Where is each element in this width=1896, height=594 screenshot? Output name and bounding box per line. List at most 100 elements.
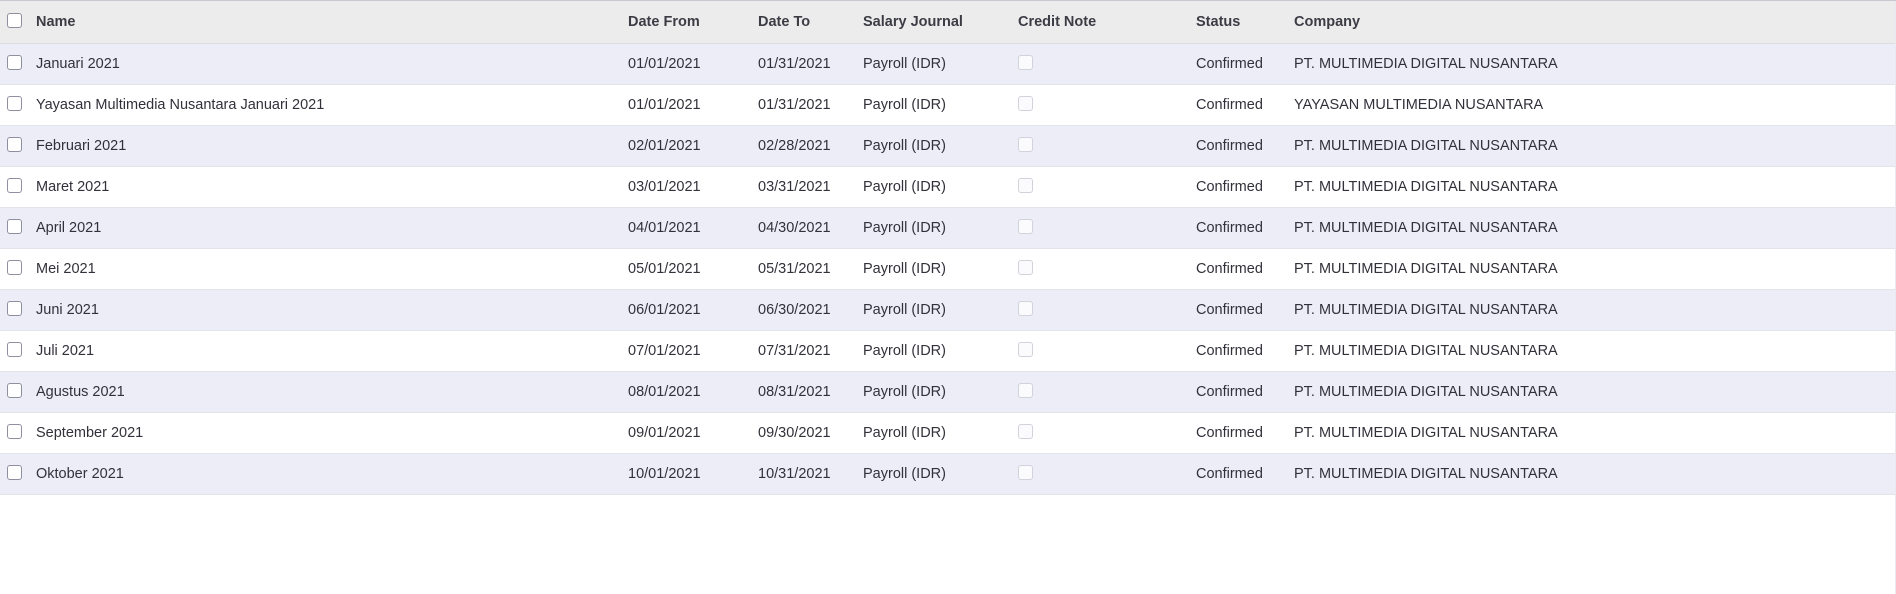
row-select-checkbox[interactable] (7, 424, 22, 440)
row-select-checkbox[interactable] (7, 178, 22, 194)
cell-name: September 2021 (30, 412, 620, 454)
cell-name: Yayasan Multimedia Nusantara Januari 202… (30, 84, 620, 126)
cell-company: PT. MULTIMEDIA DIGITAL NUSANTARA (1286, 125, 1896, 167)
cell-date-from: 01/01/2021 (620, 84, 750, 126)
table-row[interactable]: Oktober 2021 10/01/2021 10/31/2021 Payroll … (0, 453, 1896, 495)
cell-date-to: 01/31/2021 (750, 84, 855, 126)
cell-credit-note (1010, 43, 1188, 85)
cell-name: Februari 2021 (30, 125, 620, 167)
column-header-status[interactable]: Status (1188, 1, 1286, 44)
row-select-checkbox[interactable] (7, 465, 22, 481)
row-select-checkbox[interactable] (7, 55, 22, 71)
row-select-checkbox[interactable] (7, 301, 22, 317)
table-row[interactable]: Juli 2021 07/01/2021 07/31/2021 Payroll (ID… (0, 330, 1896, 372)
cell-date-to: 10/31/2021 (750, 453, 855, 495)
cell-date-from: 05/01/2021 (620, 248, 750, 290)
row-select-checkbox[interactable] (7, 383, 22, 399)
cell-company: PT. MULTIMEDIA DIGITAL NUSANTARA (1286, 248, 1896, 290)
credit-note-checkbox-wrap (1018, 178, 1033, 194)
row-select-checkbox-wrap (7, 342, 22, 358)
cell-salary-journal: Payroll (IDR) (855, 453, 1010, 495)
cell-name: Januari 2021 (30, 43, 620, 85)
credit-note-checkbox (1018, 424, 1033, 440)
cell-credit-note (1010, 371, 1188, 413)
cell-salary-journal: Payroll (IDR) (855, 330, 1010, 372)
cell-status: Confirmed (1188, 248, 1286, 290)
cell-company: PT. MULTIMEDIA DIGITAL NUSANTARA (1286, 43, 1896, 85)
credit-note-checkbox-wrap (1018, 301, 1033, 317)
row-select-cell (0, 125, 30, 167)
column-header-date-to[interactable]: Date To (750, 1, 855, 44)
cell-credit-note (1010, 412, 1188, 454)
cell-date-to: 04/30/2021 (750, 207, 855, 249)
cell-status: Confirmed (1188, 84, 1286, 126)
cell-credit-note (1010, 166, 1188, 208)
cell-company: PT. MULTIMEDIA DIGITAL NUSANTARA (1286, 289, 1896, 331)
payslip-batch-table: Name Date From Date To Salary Journal Cr… (0, 1, 1896, 495)
cell-salary-journal: Payroll (IDR) (855, 43, 1010, 85)
select-all-checkbox[interactable] (7, 13, 22, 29)
row-select-cell (0, 207, 30, 249)
row-select-checkbox[interactable] (7, 260, 22, 276)
table-body: Januari 2021 01/01/2021 01/31/2021 Payroll … (0, 43, 1896, 495)
cell-name: Juni 2021 (30, 289, 620, 331)
cell-credit-note (1010, 330, 1188, 372)
credit-note-checkbox (1018, 260, 1033, 276)
row-select-checkbox[interactable] (7, 137, 22, 153)
row-select-checkbox-wrap (7, 219, 22, 235)
cell-date-to: 01/31/2021 (750, 43, 855, 85)
row-select-checkbox[interactable] (7, 96, 22, 112)
credit-note-checkbox-wrap (1018, 465, 1033, 481)
cell-company: PT. MULTIMEDIA DIGITAL NUSANTARA (1286, 412, 1896, 454)
cell-date-from: 07/01/2021 (620, 330, 750, 372)
row-select-checkbox-wrap (7, 383, 22, 399)
credit-note-checkbox-wrap (1018, 96, 1033, 112)
cell-status: Confirmed (1188, 207, 1286, 249)
credit-note-checkbox (1018, 383, 1033, 399)
table-row[interactable]: April 2021 04/01/2021 04/30/2021 Payroll (I… (0, 207, 1896, 249)
cell-date-from: 01/01/2021 (620, 43, 750, 85)
column-header-name[interactable]: Name (30, 1, 620, 44)
table-row[interactable]: Mei 2021 05/01/2021 05/31/2021 Payroll (IDR… (0, 248, 1896, 290)
table-row[interactable]: Januari 2021 01/01/2021 01/31/2021 Payroll … (0, 43, 1896, 85)
cell-salary-journal: Payroll (IDR) (855, 371, 1010, 413)
credit-note-checkbox-wrap (1018, 260, 1033, 276)
select-all-checkbox-wrap (7, 13, 22, 29)
cell-status: Confirmed (1188, 289, 1286, 331)
table-row[interactable]: Maret 2021 03/01/2021 03/31/2021 Payroll (I… (0, 166, 1896, 208)
cell-status: Confirmed (1188, 453, 1286, 495)
column-header-credit-note[interactable]: Credit Note (1010, 1, 1188, 44)
credit-note-checkbox (1018, 342, 1033, 358)
row-select-checkbox[interactable] (7, 219, 22, 235)
cell-salary-journal: Payroll (IDR) (855, 125, 1010, 167)
row-select-cell (0, 248, 30, 290)
cell-date-to: 08/31/2021 (750, 371, 855, 413)
cell-credit-note (1010, 248, 1188, 290)
credit-note-checkbox-wrap (1018, 137, 1033, 153)
cell-status: Confirmed (1188, 412, 1286, 454)
row-select-cell (0, 43, 30, 85)
column-header-date-from[interactable]: Date From (620, 1, 750, 44)
credit-note-checkbox-wrap (1018, 55, 1033, 71)
cell-credit-note (1010, 453, 1188, 495)
cell-status: Confirmed (1188, 371, 1286, 413)
cell-date-to: 06/30/2021 (750, 289, 855, 331)
cell-date-from: 08/01/2021 (620, 371, 750, 413)
cell-credit-note (1010, 289, 1188, 331)
cell-company: PT. MULTIMEDIA DIGITAL NUSANTARA (1286, 207, 1896, 249)
row-select-cell (0, 330, 30, 372)
table-row[interactable]: Agustus 2021 08/01/2021 08/31/2021 Payroll … (0, 371, 1896, 413)
table-row[interactable]: September 2021 09/01/2021 09/30/2021 Payrol… (0, 412, 1896, 454)
cell-salary-journal: Payroll (IDR) (855, 412, 1010, 454)
table-row[interactable]: Yayasan Multimedia Nusantara Januari 202… (0, 84, 1896, 126)
table-row[interactable]: Februari 2021 02/01/2021 02/28/2021 Payroll… (0, 125, 1896, 167)
column-header-salary-journal[interactable]: Salary Journal (855, 1, 1010, 44)
row-select-checkbox-wrap (7, 55, 22, 71)
cell-status: Confirmed (1188, 166, 1286, 208)
cell-date-from: 06/01/2021 (620, 289, 750, 331)
row-select-cell (0, 289, 30, 331)
table-row[interactable]: Juni 2021 06/01/2021 06/30/2021 Payroll (ID… (0, 289, 1896, 331)
credit-note-checkbox (1018, 55, 1033, 71)
column-header-company[interactable]: Company (1286, 1, 1896, 44)
row-select-checkbox[interactable] (7, 342, 22, 358)
